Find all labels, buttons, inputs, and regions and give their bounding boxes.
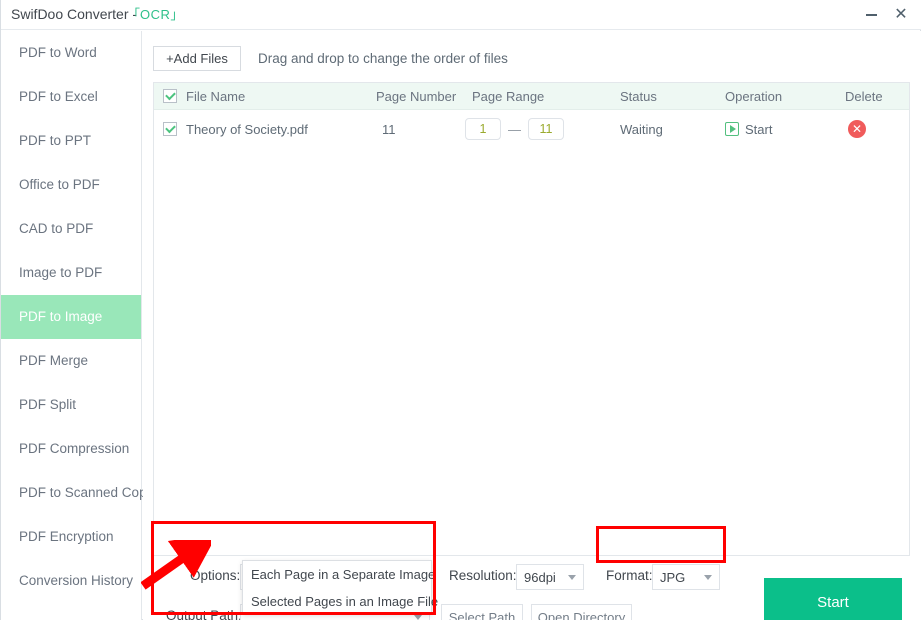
- format-label: Format:: [606, 568, 653, 583]
- sidebar: PDF to Word PDF to Excel PDF to PPT Offi…: [1, 31, 153, 620]
- page-range-from-input[interactable]: 1: [465, 118, 501, 140]
- minimize-icon: [865, 14, 877, 16]
- column-header-file-name: File Name: [186, 88, 246, 104]
- cell-page-number: 11: [382, 121, 396, 137]
- sidebar-item-pdf-to-image[interactable]: PDF to Image: [1, 295, 141, 339]
- chevron-down-icon: [568, 575, 576, 580]
- cell-file-name: Theory of Society.pdf: [186, 121, 308, 137]
- file-toolbar: +Add Files Drag and drop to change the o…: [143, 41, 921, 77]
- chevron-down-icon: [414, 615, 422, 620]
- format-select[interactable]: JPG: [652, 564, 720, 590]
- ocr-badge-label: OCR: [140, 7, 171, 22]
- page-range-to-input[interactable]: 11: [528, 118, 564, 140]
- play-icon: [725, 122, 739, 136]
- column-header-operation: Operation: [725, 88, 783, 104]
- cell-page-range: 1 — 11: [465, 110, 564, 148]
- close-button[interactable]: ✕: [886, 0, 916, 30]
- minimize-button[interactable]: [856, 0, 886, 30]
- format-select-value: JPG: [660, 569, 686, 585]
- row-checkbox[interactable]: [163, 110, 177, 148]
- sidebar-item-pdf-to-word[interactable]: PDF to Word: [1, 31, 141, 75]
- sidebar-item-pdf-to-ppt[interactable]: PDF to PPT: [1, 119, 141, 163]
- table-header-row: File Name Page Number Page Range Status …: [154, 83, 909, 110]
- sidebar-item-pdf-to-excel[interactable]: PDF to Excel: [1, 75, 141, 119]
- open-directory-button[interactable]: Open Directory: [531, 604, 632, 620]
- file-list-panel: File Name Page Number Page Range Status …: [153, 82, 910, 556]
- resolution-label: Resolution:: [449, 568, 517, 583]
- start-button[interactable]: Start: [764, 578, 902, 620]
- select-path-button[interactable]: Select Path: [441, 604, 523, 620]
- checkbox-icon: [163, 122, 177, 136]
- operation-start-label: Start: [745, 121, 773, 137]
- title-bar: SwifDoo Converter - 「OCR」 ✕: [1, 0, 921, 30]
- options-dropdown-menu[interactable]: Each Page in a Separate Image Selected P…: [242, 560, 438, 615]
- app-window: SwifDoo Converter - 「OCR」 ✕ PDF to Word …: [0, 0, 921, 620]
- sidebar-item-image-to-pdf[interactable]: Image to PDF: [1, 251, 141, 295]
- column-header-status: Status: [620, 88, 657, 104]
- close-icon: ✕: [894, 6, 908, 23]
- sidebar-item-pdf-compression[interactable]: PDF Compression: [1, 427, 141, 471]
- sidebar-item-pdf-to-scanned-copy[interactable]: PDF to Scanned Copy: [1, 471, 153, 515]
- delete-icon[interactable]: ✕: [848, 120, 866, 138]
- sidebar-item-office-to-pdf[interactable]: Office to PDF: [1, 163, 141, 207]
- cell-delete[interactable]: ✕: [848, 110, 866, 148]
- page-range-dash: —: [508, 121, 521, 137]
- chevron-down-icon: [704, 575, 712, 580]
- cell-operation[interactable]: Start: [725, 110, 772, 148]
- sidebar-item-pdf-encryption[interactable]: PDF Encryption: [1, 515, 141, 559]
- column-header-page-range: Page Range: [472, 88, 545, 104]
- ocr-badge: 「OCR」: [127, 4, 183, 23]
- sidebar-item-conversion-history[interactable]: Conversion History: [1, 559, 141, 603]
- sidebar-item-cad-to-pdf[interactable]: CAD to PDF: [1, 207, 141, 251]
- add-files-button[interactable]: +Add Files: [153, 46, 241, 71]
- main-content: +Add Files Drag and drop to change the o…: [143, 31, 921, 620]
- app-title: SwifDoo Converter -: [11, 6, 138, 22]
- ocr-bracket-open: 「: [127, 7, 141, 22]
- column-header-delete: Delete: [845, 88, 883, 104]
- table-row[interactable]: Theory of Society.pdf 11 1 — 11 Waiting …: [154, 110, 909, 148]
- cell-status: Waiting: [620, 121, 663, 137]
- select-all-checkbox[interactable]: [163, 83, 177, 109]
- ocr-bracket-close: 」: [170, 7, 184, 22]
- drag-drop-hint: Drag and drop to change the order of fil…: [258, 51, 508, 66]
- resolution-select-value: 96dpi: [524, 569, 556, 585]
- options-menu-item-selected-pages[interactable]: Selected Pages in an Image File: [243, 588, 438, 615]
- options-label: Options:: [190, 568, 241, 583]
- options-menu-item-each-page[interactable]: Each Page in a Separate Image: [243, 561, 435, 588]
- column-header-page-number: Page Number: [376, 88, 457, 104]
- resolution-select[interactable]: 96dpi: [516, 564, 584, 590]
- output-path-label: Output Path:: [166, 608, 242, 620]
- checkbox-icon: [163, 89, 177, 103]
- sidebar-item-pdf-split[interactable]: PDF Split: [1, 383, 141, 427]
- sidebar-item-pdf-merge[interactable]: PDF Merge: [1, 339, 141, 383]
